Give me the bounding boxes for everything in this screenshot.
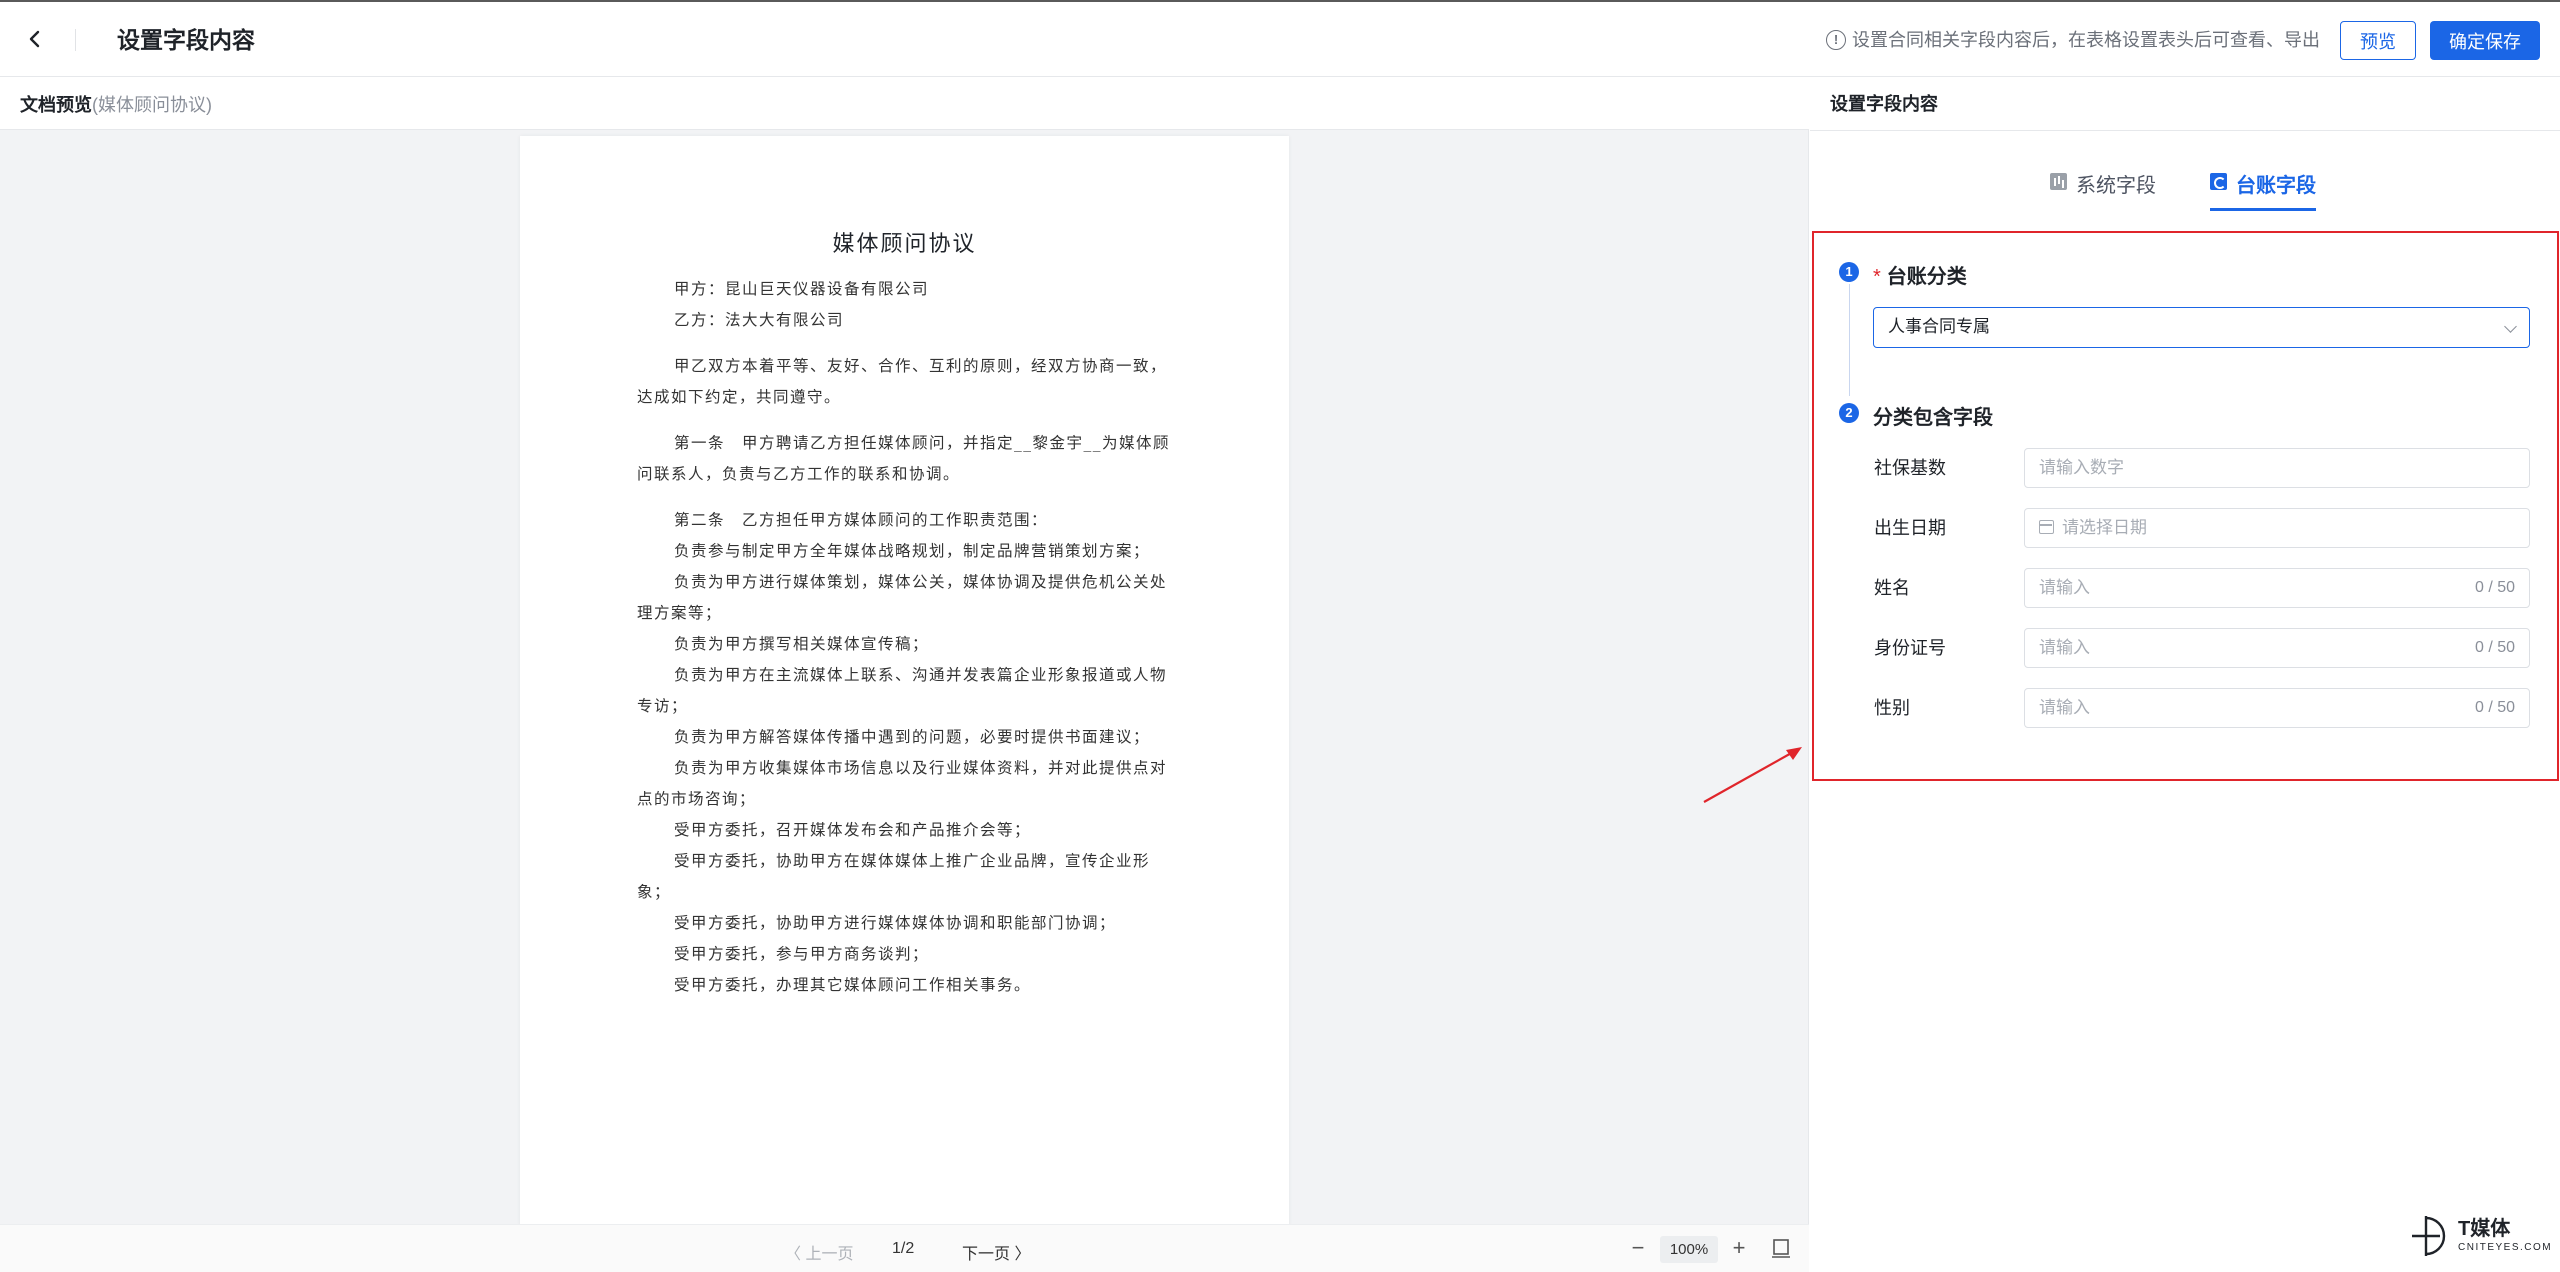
duty-item: 负责参与制定甲方全年媒体战略规划，制定品牌营销策划方案；: [674, 542, 1151, 560]
ledger-icon: [2210, 173, 2227, 190]
duty-item: 负责为甲方收集媒体市场信息以及行业媒体资料，并对此提供点对点的市场咨询；: [637, 759, 1168, 808]
chart-icon: [2050, 173, 2067, 190]
duty-item: 受甲方委托，召开媒体发布会和产品推介会等；: [674, 821, 1032, 839]
tab-system-fields[interactable]: 系统字段: [2050, 169, 2156, 209]
zoom-out-button[interactable]: −: [1628, 1235, 1648, 1261]
duty-item: 受甲方委托，参与甲方商务谈判；: [674, 945, 930, 963]
zoom-level[interactable]: 100%: [1660, 1236, 1718, 1263]
duty-item: 受甲方委托，协助甲方进行媒体媒体协调和职能部门协调；: [674, 914, 1117, 932]
party-a: 甲方：昆山巨天仪器设备有限公司: [674, 280, 930, 298]
duty-item: 负责为甲方在主流媒体上联系、沟通并发表篇企业形象报道或人物专访；: [637, 666, 1168, 715]
field-label-id-number: 身份证号: [1874, 638, 1946, 658]
duty-item: 受甲方委托，协助甲方在媒体媒体上推广企业品牌，宣传企业形象；: [637, 852, 1151, 901]
field-label-gender: 性别: [1874, 698, 1910, 718]
pager-bar: 〈 上一页 1/2 下一页 〉 − 100% +: [0, 1224, 1809, 1272]
info-icon: !: [1826, 30, 1846, 50]
article-1: 第一条 甲方聘请乙方担任媒体顾问，并指定__黎金宇__为媒体顾问联系人，负责与乙…: [637, 434, 1171, 483]
save-button[interactable]: 确定保存: [2430, 21, 2540, 60]
brand-sub: CNITEYES.COM: [2458, 1242, 2553, 1253]
tab-ledger-fields[interactable]: 台账字段: [2210, 169, 2316, 211]
page-indicator: 1/2: [892, 1240, 915, 1257]
preview-doc-name: (媒体顾问协议): [92, 94, 212, 115]
name-field[interactable]: 0 / 50: [2024, 568, 2530, 608]
birthdate-placeholder: 请选择日期: [2062, 518, 2147, 537]
duty-item: 受甲方委托，办理其它媒体顾问工作相关事务。: [674, 976, 1032, 994]
preview-button[interactable]: 预览: [2340, 21, 2416, 60]
id-number-input[interactable]: [2039, 630, 2419, 666]
document-page[interactable]: 媒体顾问协议 甲方：昆山巨天仪器设备有限公司 乙方：法大大有限公司 甲乙双方本着…: [520, 136, 1289, 1226]
preview-title: 文档预览: [20, 94, 92, 115]
char-counter: 0 / 50: [2474, 699, 2515, 716]
id-number-field[interactable]: 0 / 50: [2024, 628, 2530, 668]
ledger-category-select[interactable]: 人事合同专属: [1873, 307, 2530, 348]
brand-watermark: T媒体 CNITEYES.COM: [2410, 1210, 2553, 1262]
name-input[interactable]: [2039, 570, 2419, 606]
step-connector: [1849, 284, 1850, 396]
calendar-icon: [2039, 520, 2054, 534]
prev-page-button[interactable]: 〈 上一页: [785, 1240, 853, 1264]
duty-item: 负责为甲方进行媒体策划，媒体公关，媒体协调及提供危机公关处理方案等；: [637, 573, 1168, 622]
brand-logo-icon: [2412, 1216, 2446, 1256]
char-counter: 0 / 50: [2474, 639, 2515, 656]
document-preview-pane: 文档预览 (媒体顾问协议) 媒体顾问协议 甲方：昆山巨天仪器设备有限公司 乙方：…: [0, 78, 1809, 1272]
field-label-birthdate: 出生日期: [1874, 518, 1946, 538]
header-divider: [75, 29, 76, 51]
article-2-title: 第二条 乙方担任甲方媒体顾问的工作职责范围：: [674, 511, 1049, 529]
brand-name: T媒体: [2458, 1218, 2511, 1240]
ledger-category-label: * 台账分类: [1873, 260, 1967, 289]
duty-item: 负责为甲方解答媒体传播中遇到的问题，必要时提供书面建议；: [674, 728, 1151, 746]
social-base-input[interactable]: [2039, 450, 2419, 486]
page-title: 设置字段内容: [117, 27, 255, 53]
select-value: 人事合同专属: [1888, 317, 1990, 336]
social-base-field[interactable]: [2024, 448, 2530, 488]
chevron-left-icon: [29, 30, 40, 48]
document-title: 媒体顾问协议: [832, 232, 977, 257]
ledger-category-text: 台账分类: [1886, 266, 1967, 288]
chevron-down-icon: [2504, 320, 2517, 333]
document-body: 甲方：昆山巨天仪器设备有限公司 乙方：法大大有限公司 甲乙双方本着平等、友好、合…: [637, 274, 1182, 1001]
settings-title: 设置字段内容: [1830, 94, 1938, 114]
step-2-badge: 2: [1839, 403, 1859, 423]
field-label-name: 姓名: [1874, 578, 1910, 598]
field-label-social-base: 社保基数: [1874, 458, 1946, 478]
char-counter: 0 / 50: [2474, 579, 2515, 596]
party-b: 乙方：法大大有限公司: [674, 311, 845, 329]
birthdate-picker[interactable]: 请选择日期: [2024, 508, 2530, 548]
hint-message: ! 设置合同相关字段内容后，在表格设置表头后可查看、导出: [1826, 27, 2320, 53]
step-1-badge: 1: [1839, 262, 1859, 282]
fit-page-icon[interactable]: [1772, 1239, 1790, 1259]
back-button[interactable]: [22, 26, 48, 52]
next-page-button[interactable]: 下一页 〉: [962, 1240, 1030, 1264]
gender-field[interactable]: 0 / 50: [2024, 688, 2530, 728]
zoom-in-button[interactable]: +: [1729, 1235, 1749, 1261]
preamble: 甲乙双方本着平等、友好、合作、互利的原则，经双方协商一致，达成如下约定，共同遵守…: [637, 357, 1168, 406]
annotation-arrow-icon: [1703, 747, 1802, 803]
preview-title-bar: 文档预览 (媒体顾问协议): [0, 78, 1809, 130]
tab-label: 台账字段: [2236, 175, 2316, 197]
gender-input[interactable]: [2039, 690, 2419, 726]
tab-label: 系统字段: [2076, 175, 2156, 197]
settings-divider: [1810, 130, 2560, 131]
duty-item: 负责为甲方撰写相关媒体宣传稿；: [674, 635, 930, 653]
header-bar: 设置字段内容 ! 设置合同相关字段内容后，在表格设置表头后可查看、导出 预览 确…: [0, 0, 2560, 77]
hint-text: 设置合同相关字段内容后，在表格设置表头后可查看、导出: [1852, 30, 2320, 50]
required-mark: *: [1873, 266, 1881, 288]
category-fields-label: 分类包含字段: [1873, 407, 1993, 429]
field-settings-pane: 设置字段内容 系统字段 台账字段: [1810, 78, 2560, 1272]
